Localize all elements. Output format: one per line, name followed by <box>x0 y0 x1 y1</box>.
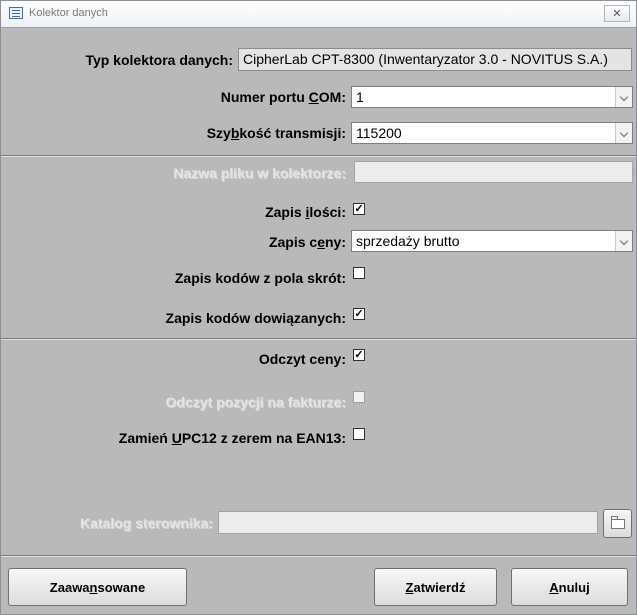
convert-upc-checkbox[interactable] <box>353 428 365 440</box>
read-price-checkbox[interactable]: ✓ <box>353 349 365 361</box>
save-linked-codes-label: Zapis kodów dowiązanych: <box>165 310 346 326</box>
separator <box>1 555 636 557</box>
save-price-label: Zapis ceny: <box>268 234 346 250</box>
titlebar: Kolektor danych ✕ <box>1 1 636 28</box>
close-icon: ✕ <box>612 8 622 20</box>
save-price-combo[interactable]: sprzedaży brutto <box>351 230 633 252</box>
file-name-input <box>354 161 633 183</box>
baud-rate-label: Szybkość transmisji: <box>206 125 346 141</box>
collector-type-label: Typ kolektora danych: <box>85 52 233 68</box>
collector-type-value: CipherLab CPT-8300 (Inwentaryzator 3.0 -… <box>243 51 608 67</box>
collector-type-field: CipherLab CPT-8300 (Inwentaryzator 3.0 -… <box>238 48 632 71</box>
save-short-codes-label: Zapis kodów z pola skrót: <box>174 270 346 286</box>
chevron-down-icon[interactable] <box>615 123 632 143</box>
read-invoice-items-checkbox <box>353 391 365 403</box>
save-quantity-label: Zapis ilości: <box>265 204 346 220</box>
save-quantity-checkbox[interactable]: ✓ <box>353 203 365 215</box>
separator <box>1 155 636 157</box>
browse-folder-button[interactable] <box>603 509 632 538</box>
file-name-label: Nazwa pliku w kolektorze: <box>173 165 346 181</box>
cancel-button[interactable]: Anuluj <box>511 568 628 606</box>
chevron-down-icon[interactable] <box>615 231 632 251</box>
save-linked-codes-checkbox[interactable]: ✓ <box>353 308 365 320</box>
save-price-value: sprzedaży brutto <box>356 233 460 249</box>
window-title: Kolektor danych <box>29 7 108 19</box>
read-price-label: Odczyt ceny: <box>258 351 346 367</box>
baud-rate-combo[interactable]: 115200 <box>351 122 633 144</box>
confirm-button[interactable]: Zatwierdź <box>374 568 497 606</box>
close-button[interactable]: ✕ <box>604 5 630 22</box>
chevron-down-icon[interactable] <box>615 87 632 107</box>
baud-rate-value: 115200 <box>356 125 402 141</box>
folder-icon <box>610 515 625 529</box>
read-invoice-items-label: Odczyt pozycji na fakturze: <box>165 394 346 410</box>
dialog-window: Kolektor danych ✕ Typ kolektora danych: … <box>0 0 637 615</box>
driver-folder-input <box>218 511 598 534</box>
form-icon <box>9 7 23 19</box>
com-port-label: Numer portu COM: <box>220 89 346 105</box>
driver-folder-label: Katalog sterownika: <box>79 515 213 531</box>
com-port-value: 1 <box>356 89 364 105</box>
save-short-codes-checkbox[interactable] <box>353 267 365 279</box>
convert-upc-label: Zamień UPC12 z zerem na EAN13: <box>118 430 346 446</box>
advanced-button[interactable]: Zaawa n sowane <box>8 568 187 606</box>
separator <box>1 338 636 340</box>
com-port-combo[interactable]: 1 <box>351 86 633 108</box>
